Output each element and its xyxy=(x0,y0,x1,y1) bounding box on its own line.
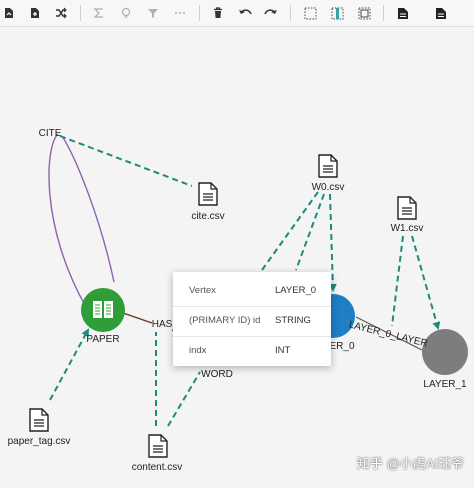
csv-file-icon[interactable] xyxy=(148,434,168,458)
popup-row-key: indx xyxy=(189,345,207,356)
filter-icon-button[interactable] xyxy=(144,0,162,26)
file-label-paper-tag-csv: paper_tag.csv xyxy=(7,436,71,447)
redo-icon xyxy=(264,9,277,15)
csv-file-icon[interactable] xyxy=(198,182,218,206)
split-view-button[interactable] xyxy=(328,0,346,26)
graph-edges-layer xyxy=(48,133,468,427)
popup-row-key: (PRIMARY ID) id xyxy=(189,315,261,326)
load-icon xyxy=(5,8,13,18)
document-button[interactable] xyxy=(394,0,412,26)
sum-icon xyxy=(93,8,103,18)
document-icon xyxy=(398,7,408,19)
select-box-icon xyxy=(304,7,316,19)
redo-icon-button[interactable] xyxy=(262,0,280,26)
mapping-arrow-w1-edge[interactable] xyxy=(391,235,404,327)
popup-row-value: STRING xyxy=(275,315,311,326)
toolbar xyxy=(0,0,474,27)
cite-edge-loop-outer[interactable] xyxy=(48,133,87,308)
mapping-arrow-content-word[interactable] xyxy=(167,371,201,427)
watermark: 知乎 @小虎AI珏爷 xyxy=(356,456,464,471)
cite-edge-loop-inner[interactable] xyxy=(61,135,115,283)
file-label-cite-csv: cite.csv xyxy=(191,211,225,222)
mapping-arrow-w0-layer0-b[interactable] xyxy=(295,193,325,271)
file-label-w1-csv: W1.csv xyxy=(390,223,424,234)
vertex-label-paper: PAPER xyxy=(86,334,120,345)
filter-icon xyxy=(148,9,158,18)
csv-file-icon[interactable] xyxy=(397,196,417,220)
delete-icon-button[interactable] xyxy=(209,0,227,26)
frame-button[interactable] xyxy=(355,0,373,26)
more-icon-button[interactable] xyxy=(171,0,189,26)
shuffle-icon-button[interactable] xyxy=(52,0,70,26)
has-edge[interactable] xyxy=(122,312,153,324)
edge-label-has: HAS xyxy=(151,319,173,330)
upload-icon-button[interactable] xyxy=(26,0,44,26)
file-label-w0-csv: W0.csv xyxy=(311,182,345,193)
undo-icon xyxy=(239,9,252,15)
popup-row: indx INT xyxy=(173,336,331,366)
mapping-arrow-cite-csv[interactable] xyxy=(59,135,193,187)
popup-row-value: INT xyxy=(275,345,291,356)
split-view-icon xyxy=(331,7,343,19)
edge-label-cite: CITE xyxy=(38,128,62,139)
more-icon xyxy=(175,12,185,14)
vertex-label-layer-1: LAYER_1 xyxy=(423,379,467,390)
sum-icon-button[interactable] xyxy=(90,0,108,26)
load-icon-button[interactable] xyxy=(0,0,18,26)
csv-file-icon[interactable] xyxy=(318,154,338,178)
popup-header-row: Vertex LAYER_0 xyxy=(173,276,331,307)
vertex-paper[interactable] xyxy=(81,288,125,332)
vertex-label-word: WORD xyxy=(201,369,233,380)
popup-row: (PRIMARY ID) id STRING xyxy=(173,306,331,337)
document-alt-icon xyxy=(436,7,446,19)
frame-icon xyxy=(358,7,370,19)
bulb-icon-button[interactable] xyxy=(117,0,135,26)
upload-icon xyxy=(31,8,39,18)
document-alt-button[interactable] xyxy=(432,0,450,26)
trash-icon xyxy=(214,7,222,18)
shuffle-icon xyxy=(56,7,67,19)
mapping-arrow-paper-tag[interactable] xyxy=(49,328,89,401)
select-box-button[interactable] xyxy=(301,0,319,26)
vertex-info-popup: Vertex LAYER_0 (PRIMARY ID) id STRING in… xyxy=(173,272,331,366)
mapping-arrow-w1-layer1[interactable] xyxy=(411,235,441,330)
undo-icon-button[interactable] xyxy=(236,0,254,26)
file-label-content-csv: content.csv xyxy=(131,462,183,473)
mapping-arrow-w0-layer0-a[interactable] xyxy=(261,191,319,271)
popup-header-key: Vertex xyxy=(189,285,216,296)
graph-canvas[interactable]: CITE cite.csv W0.csv W1.csv PAPER HAS ER… xyxy=(0,26,474,488)
vertex-label-layer-0-partial: ER_0 xyxy=(329,341,355,352)
popup-header-value: LAYER_0 xyxy=(275,285,317,296)
csv-file-icon[interactable] xyxy=(29,408,49,432)
bulb-icon xyxy=(121,7,131,18)
vertex-layer-1[interactable] xyxy=(422,329,468,375)
